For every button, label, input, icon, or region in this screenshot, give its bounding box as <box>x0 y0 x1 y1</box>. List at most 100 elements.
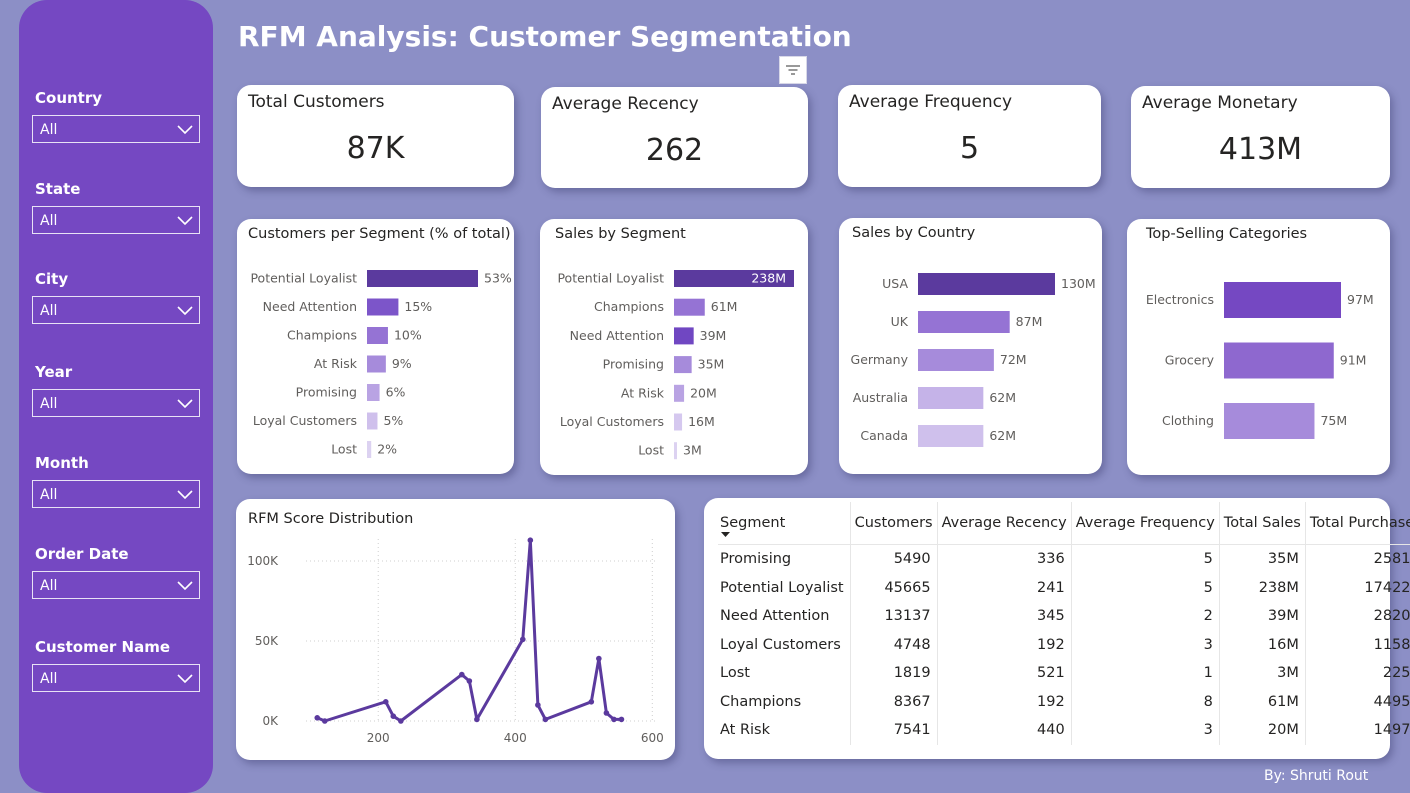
bar[interactable] <box>918 273 1055 295</box>
bar[interactable] <box>1224 403 1315 439</box>
table-row[interactable]: Lost 181952113M2253 <box>718 659 1410 688</box>
data-point[interactable] <box>596 655 602 662</box>
customer-name-filter-dropdown[interactable]: All <box>32 664 200 692</box>
kpi-label: Average Recency <box>552 94 699 114</box>
bar-category-label: At Risk <box>314 356 358 371</box>
data-point[interactable] <box>466 678 473 684</box>
state-filter-dropdown[interactable]: All <box>32 206 200 234</box>
table-cell: 174226 <box>1304 573 1410 602</box>
data-point[interactable] <box>390 713 397 719</box>
table-cell: 13137 <box>849 602 938 631</box>
bar[interactable] <box>674 413 683 431</box>
bar[interactable] <box>1224 342 1334 379</box>
data-point[interactable] <box>398 718 404 724</box>
bar[interactable] <box>367 384 380 401</box>
bar[interactable] <box>367 441 372 458</box>
data-point[interactable] <box>321 718 328 724</box>
data-point[interactable] <box>314 715 321 721</box>
month-filter-dropdown[interactable]: All <box>32 480 200 508</box>
table-row[interactable]: Promising 5490336535M25817 <box>718 544 1410 574</box>
table-cell: 35M <box>1218 544 1306 574</box>
order-date-filter-label: Order Date <box>35 545 129 563</box>
bar[interactable] <box>674 384 685 402</box>
series-line <box>316 538 622 723</box>
kpi-card-average-monetary: Average Monetary 413M <box>1131 86 1390 188</box>
bar[interactable] <box>1224 282 1341 318</box>
table-cell: Promising <box>720 551 792 568</box>
bar[interactable] <box>674 442 677 460</box>
data-point[interactable] <box>611 716 617 723</box>
data-point[interactable] <box>459 671 465 678</box>
data-point[interactable] <box>618 716 625 723</box>
table-cell: 345 <box>936 602 1072 631</box>
table-cell: 5 <box>1070 544 1220 574</box>
table-cell: 1819 <box>849 659 938 688</box>
x-tick-label: 400 <box>504 731 527 745</box>
table-cell: 3 <box>1070 630 1220 659</box>
author-credit: By: Shruti Rout <box>1264 768 1369 784</box>
x-tick-label: 200 <box>367 731 390 745</box>
bar[interactable] <box>918 425 984 447</box>
bar[interactable] <box>367 270 478 287</box>
table-row[interactable]: Loyal Customers 4748192316M11586 <box>718 630 1410 659</box>
bar-value-label: 130M <box>1061 276 1096 291</box>
bar[interactable] <box>367 355 386 373</box>
bar-value-label: 87M <box>1016 314 1043 329</box>
state-filter-label: State <box>35 180 81 198</box>
bar[interactable] <box>674 327 694 345</box>
table-row[interactable]: Potential Loyalist 456652415238M174226 <box>718 573 1410 602</box>
visual-filter-button[interactable] <box>779 56 807 84</box>
column-header[interactable]: Total Purchases <box>1304 502 1410 545</box>
sales-by-segment-chart: Sales by Segment Potential Loyalist 238M C… <box>540 219 808 475</box>
city-filter-dropdown[interactable]: All <box>32 296 200 324</box>
table-cell: 16M <box>1218 630 1306 659</box>
data-point[interactable] <box>603 710 610 716</box>
data-point[interactable] <box>382 699 389 705</box>
table-cell: 5 <box>1070 573 1220 602</box>
data-point[interactable] <box>527 537 534 543</box>
year-filter-dropdown[interactable]: All <box>32 389 200 417</box>
data-point[interactable] <box>474 716 480 723</box>
country-filter-dropdown[interactable]: All <box>32 115 200 143</box>
chevron-down-icon <box>177 581 193 591</box>
data-point[interactable] <box>542 716 549 723</box>
column-header[interactable]: Total Sales <box>1218 502 1306 545</box>
table-row[interactable]: Need Attention 13137345239M28204 <box>718 602 1410 631</box>
table-cell: 2 <box>1070 602 1220 631</box>
column-header[interactable]: Customers <box>849 502 938 545</box>
table-cell: 7541 <box>849 716 938 745</box>
column-header[interactable]: Segment <box>718 502 851 545</box>
column-header[interactable]: Average Frequency <box>1070 502 1220 545</box>
chevron-down-icon <box>177 399 193 409</box>
bar[interactable] <box>367 327 388 344</box>
country-filter-label: Country <box>35 89 103 107</box>
table-cell: 39M <box>1218 602 1306 631</box>
year-filter-label: Year <box>35 363 73 381</box>
table-row[interactable]: At Risk 7541440320M14974 <box>718 716 1410 745</box>
y-tick-label: 50K <box>255 634 279 648</box>
kpi-card-average-frequency: Average Frequency 5 <box>838 85 1101 187</box>
bar-value-label: 53% <box>484 271 512 286</box>
table-cell: 3M <box>1218 659 1306 688</box>
bar-category-label: At Risk <box>621 385 665 400</box>
bar[interactable] <box>918 349 994 371</box>
bar[interactable] <box>674 298 705 316</box>
data-point[interactable] <box>535 702 541 708</box>
bar[interactable] <box>367 298 399 316</box>
data-point[interactable] <box>588 699 595 705</box>
bar-value-label: 62M <box>989 428 1016 443</box>
kpi-card-total-customers: Total Customers 87K <box>237 85 514 187</box>
kpi-value: 5 <box>959 131 980 166</box>
order-date-filter-dropdown[interactable]: All <box>32 571 200 599</box>
table-cell: 11586 <box>1304 630 1410 659</box>
bar[interactable] <box>918 387 984 409</box>
table-cell: Potential Loyalist <box>720 579 844 596</box>
top-selling-categories-chart: Top-Selling Categories Electronics 97M Gro… <box>1127 219 1390 475</box>
bar[interactable] <box>674 356 692 374</box>
year-filter-value: All <box>40 396 58 412</box>
table-row[interactable]: Champions 8367192861M44950 <box>718 687 1410 716</box>
bar[interactable] <box>367 412 378 430</box>
bar[interactable] <box>918 311 1010 333</box>
data-point[interactable] <box>519 636 526 643</box>
column-header[interactable]: Average Recency <box>936 502 1072 545</box>
